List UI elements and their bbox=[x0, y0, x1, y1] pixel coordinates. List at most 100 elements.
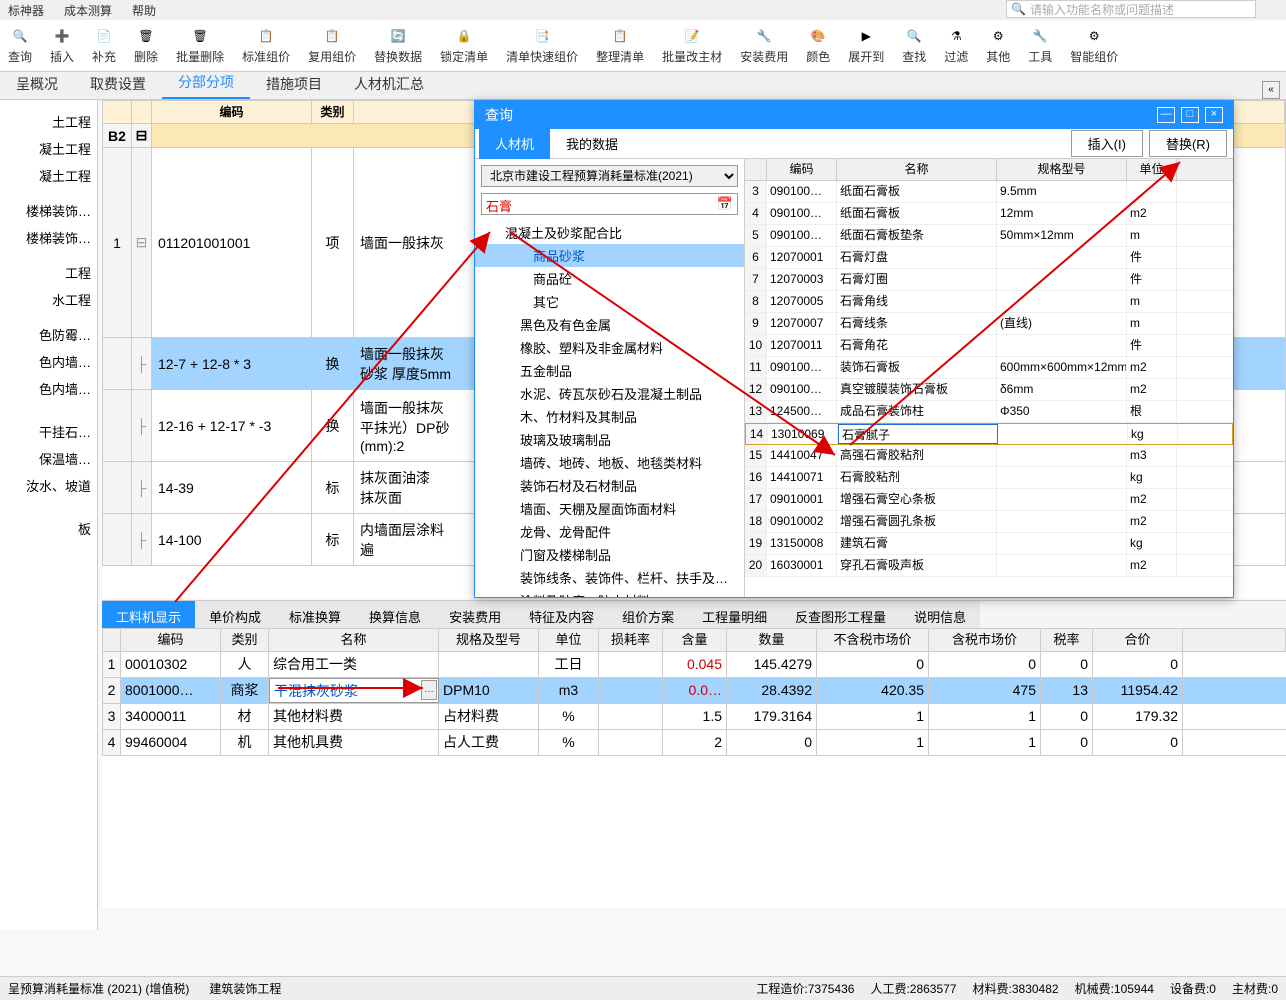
left-tree-item[interactable]: 土工程 bbox=[0, 108, 97, 135]
result-row[interactable]: 8 12070005 石膏角线 m bbox=[745, 291, 1233, 313]
result-row[interactable]: 14 13010069 石膏腻子 kg bbox=[745, 423, 1233, 445]
left-tree-item[interactable] bbox=[0, 251, 97, 259]
left-tree-item[interactable]: 凝土工程 bbox=[0, 162, 97, 189]
left-tree-item[interactable]: 色内墙… bbox=[0, 375, 97, 402]
toolbar-button[interactable]: 🔧安装费用 bbox=[740, 26, 788, 65]
category-node[interactable]: 墙面、天棚及屋面饰面材料 bbox=[475, 497, 744, 520]
result-row[interactable]: 4 090100… 纸面石膏板 12mm m2 bbox=[745, 203, 1233, 225]
category-node[interactable]: 黑色及有色金属 bbox=[475, 313, 744, 336]
material-search-input[interactable]: 石膏 📅 bbox=[481, 193, 738, 215]
column-header[interactable]: 含税市场价 bbox=[929, 629, 1041, 651]
bottom-tab[interactable]: 工料机显示 bbox=[102, 601, 195, 630]
category-node[interactable]: 涂料及防腐、防水材料 bbox=[475, 589, 744, 597]
result-row[interactable]: 20 16030001 穿孔石膏吸声板 m2 bbox=[745, 555, 1233, 577]
left-tree-item[interactable]: 板 bbox=[0, 515, 97, 542]
standard-select[interactable]: 北京市建设工程预算消耗量标准(2021) bbox=[481, 165, 738, 187]
menu-item[interactable]: 帮助 bbox=[132, 2, 156, 19]
left-tree-item[interactable] bbox=[0, 507, 97, 515]
left-tree-item[interactable]: 凝土工程 bbox=[0, 135, 97, 162]
section-tab[interactable]: 人材机汇总 bbox=[338, 69, 440, 99]
left-tree-item[interactable] bbox=[0, 499, 97, 507]
column-header[interactable]: 规格及型号 bbox=[439, 629, 539, 651]
bottom-tab[interactable]: 标准换算 bbox=[275, 601, 355, 630]
bottom-tab[interactable]: 特征及内容 bbox=[515, 601, 608, 630]
left-tree-item[interactable] bbox=[0, 189, 97, 197]
left-tree-item[interactable]: 楼梯装饰… bbox=[0, 197, 97, 224]
left-tree-item[interactable] bbox=[0, 100, 97, 108]
category-node[interactable]: 门窗及楼梯制品 bbox=[475, 543, 744, 566]
result-row[interactable]: 19 13150008 建筑石膏 kg bbox=[745, 533, 1233, 555]
column-header[interactable]: 损耗率 bbox=[599, 629, 663, 651]
material-row[interactable]: 1 00010302 人 综合用工一类 工日 0.045 145.4279 0 … bbox=[102, 652, 1286, 678]
column-header[interactable]: 不含税市场价 bbox=[817, 629, 929, 651]
replace-button[interactable]: 替换(R) bbox=[1149, 130, 1227, 157]
toolbar-button[interactable]: ⚗过滤 bbox=[944, 26, 968, 65]
column-header[interactable]: 含量 bbox=[663, 629, 727, 651]
bottom-tab[interactable]: 组价方案 bbox=[608, 601, 688, 630]
left-tree-item[interactable] bbox=[0, 313, 97, 321]
column-header[interactable]: 税率 bbox=[1041, 629, 1093, 651]
column-header[interactable]: 合价 bbox=[1093, 629, 1183, 651]
category-node[interactable]: 墙砖、地砖、地板、地毯类材料 bbox=[475, 451, 744, 474]
toolbar-button[interactable]: 📋整理清单 bbox=[596, 26, 644, 65]
column-header[interactable] bbox=[103, 629, 121, 651]
left-tree-item[interactable]: 楼梯装饰… bbox=[0, 224, 97, 251]
column-header[interactable]: 数量 bbox=[727, 629, 817, 651]
left-tree-item[interactable]: 色内墙… bbox=[0, 348, 97, 375]
material-row[interactable]: 4 99460004 机 其他机具费 占人工费 % 2 0 1 1 0 0 bbox=[102, 730, 1286, 756]
result-row[interactable]: 3 090100… 纸面石膏板 9.5mm bbox=[745, 181, 1233, 203]
ellipsis-button[interactable]: … bbox=[421, 680, 437, 700]
result-row[interactable]: 12 090100… 真空镀膜装饰石膏板 δ6mm m2 bbox=[745, 379, 1233, 401]
left-tree-item[interactable]: 干挂石… bbox=[0, 418, 97, 445]
close-icon[interactable]: × bbox=[1205, 107, 1223, 123]
result-row[interactable]: 11 090100… 装饰石膏板 600mm×600mm×12mm m2 bbox=[745, 357, 1233, 379]
result-row[interactable]: 5 090100… 纸面石膏板垫条 50mm×12mm m bbox=[745, 225, 1233, 247]
bottom-tab[interactable]: 安装费用 bbox=[435, 601, 515, 630]
name-edit-cell[interactable]: 干混抹灰砂浆… bbox=[269, 678, 439, 703]
column-header[interactable]: 名称 bbox=[269, 629, 439, 651]
result-row[interactable]: 6 12070001 石膏灯盘 件 bbox=[745, 247, 1233, 269]
material-row[interactable]: 3 34000011 材 其他材料费 占材料费 % 1.5 179.3164 1… bbox=[102, 704, 1286, 730]
category-node[interactable]: 商品砼 bbox=[475, 267, 744, 290]
bottom-tab[interactable]: 换算信息 bbox=[355, 601, 435, 630]
category-node[interactable]: 装饰线条、装饰件、栏杆、扶手及… bbox=[475, 566, 744, 589]
section-tab[interactable]: 取费设置 bbox=[74, 69, 162, 99]
toolbar-button[interactable]: 🗑删除 bbox=[134, 26, 158, 65]
toolbar-button[interactable]: 🗑批量删除 bbox=[176, 26, 224, 65]
maximize-icon[interactable]: □ bbox=[1181, 107, 1199, 123]
result-header[interactable]: 名称 bbox=[837, 159, 997, 180]
menu-item[interactable]: 成本测算 bbox=[64, 2, 112, 19]
bottom-tab[interactable]: 工程量明细 bbox=[688, 601, 781, 630]
collapse-button[interactable]: « bbox=[1262, 81, 1280, 99]
insert-button[interactable]: 插入(I) bbox=[1071, 130, 1143, 157]
toolbar-button[interactable]: ➕插入 bbox=[50, 26, 74, 65]
bottom-tab[interactable]: 单价构成 bbox=[195, 601, 275, 630]
category-node[interactable]: 五金制品 bbox=[475, 359, 744, 382]
result-header[interactable]: 单位 bbox=[1127, 159, 1177, 180]
search-input[interactable]: 🔍 请输入功能名称或问题描述 bbox=[1006, 0, 1256, 18]
result-row[interactable]: 7 12070003 石膏灯圈 件 bbox=[745, 269, 1233, 291]
tab-mydata[interactable]: 我的数据 bbox=[550, 128, 634, 159]
toolbar-button[interactable]: 🔄替换数据 bbox=[374, 26, 422, 65]
result-header[interactable]: 编码 bbox=[767, 159, 837, 180]
result-header[interactable]: 规格型号 bbox=[997, 159, 1127, 180]
left-tree-item[interactable]: 汝水、坡道 bbox=[0, 472, 97, 499]
category-node[interactable]: 橡胶、塑料及非金属材料 bbox=[475, 336, 744, 359]
left-tree-item[interactable] bbox=[0, 402, 97, 410]
toolbar-button[interactable]: 🔒锁定清单 bbox=[440, 26, 488, 65]
toolbar-button[interactable]: 📑清单快速组价 bbox=[506, 26, 578, 65]
dialog-titlebar[interactable]: 查询 — □ × bbox=[475, 101, 1233, 129]
category-node[interactable]: 商品砂浆 bbox=[475, 244, 744, 267]
tab-materials[interactable]: 人材机 bbox=[479, 128, 550, 159]
toolbar-button[interactable]: 📝批量改主材 bbox=[662, 26, 722, 65]
left-tree-item[interactable]: 工程 bbox=[0, 259, 97, 286]
minimize-icon[interactable]: — bbox=[1157, 107, 1175, 123]
toolbar-button[interactable]: ⚙智能组价 bbox=[1070, 26, 1118, 65]
result-row[interactable]: 10 12070011 石膏角花 件 bbox=[745, 335, 1233, 357]
left-tree-item[interactable]: 水工程 bbox=[0, 286, 97, 313]
result-row[interactable]: 9 12070007 石膏线条 (直线) m bbox=[745, 313, 1233, 335]
left-tree-item[interactable]: 色防霉… bbox=[0, 321, 97, 348]
category-node[interactable]: 水泥、砖瓦灰砂石及混凝土制品 bbox=[475, 382, 744, 405]
toolbar-button[interactable]: 🔍查找 bbox=[902, 26, 926, 65]
result-row[interactable]: 15 14410047 高强石膏胶粘剂 m3 bbox=[745, 445, 1233, 467]
